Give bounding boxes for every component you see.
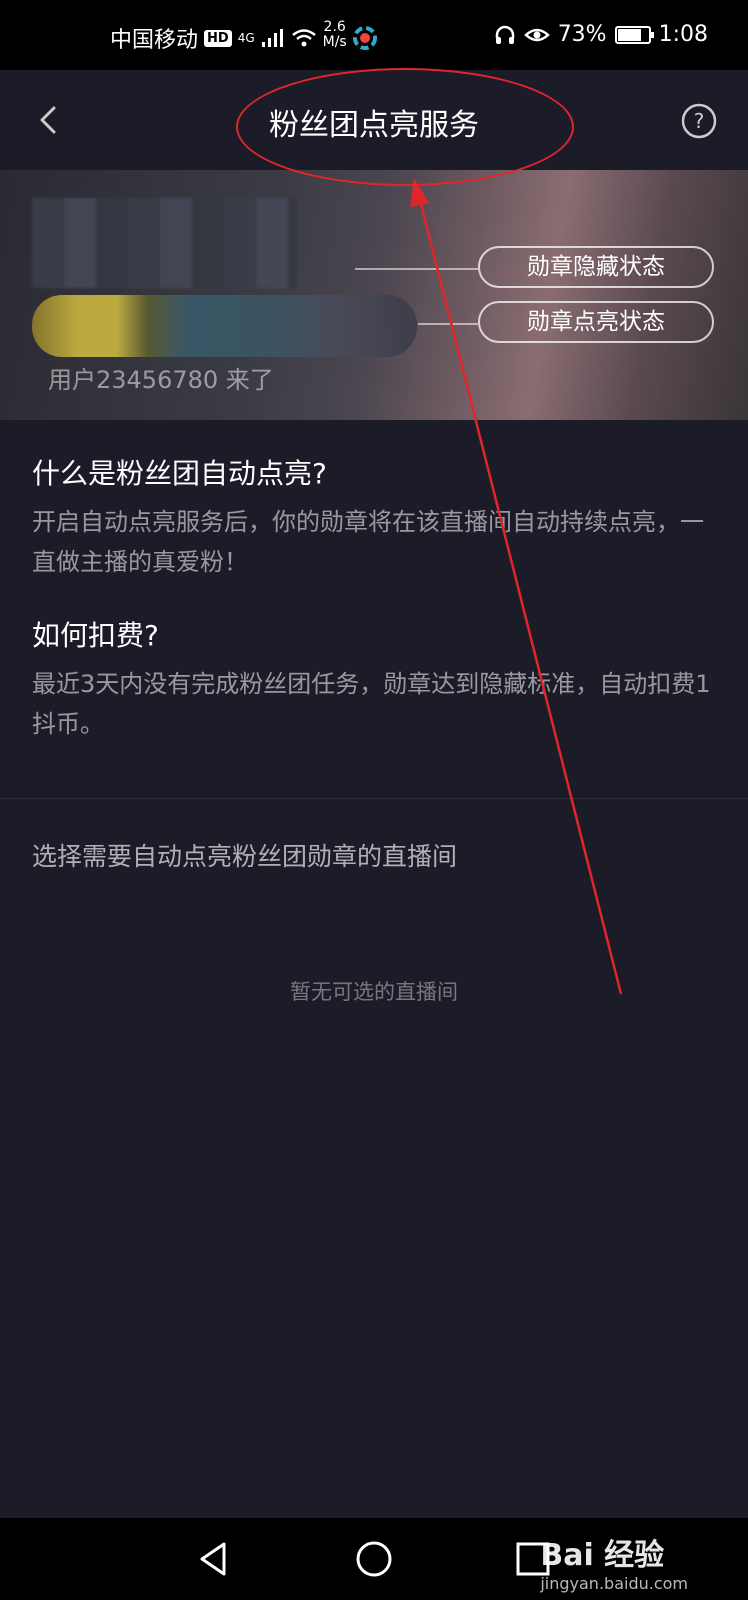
- watermark-url: jingyan.baidu.com: [540, 1574, 688, 1593]
- status-bar: 中国移动 HD 4G 2.6 M/s 73% 1:08: [0, 0, 748, 70]
- room-select-title: 选择需要自动点亮粉丝团勋章的直播间: [32, 842, 458, 871]
- blurred-user-info: [32, 198, 297, 288]
- faq-question: 什么是粉丝团自动点亮?: [32, 457, 327, 490]
- nav-back-icon[interactable]: [190, 1536, 236, 1582]
- blurred-badge-pill: [32, 295, 417, 357]
- faq-question: 如何扣费?: [32, 619, 159, 652]
- headphone-icon: [495, 25, 514, 44]
- app-notification-icon: [352, 26, 377, 50]
- badge-hidden-label: 勋章隐藏状态: [478, 246, 714, 288]
- svg-text:?: ?: [694, 109, 705, 133]
- speed-value: 2.6: [323, 19, 346, 35]
- pointer-line-hidden: [355, 268, 478, 270]
- page-title: 粉丝团点亮服务: [269, 108, 479, 143]
- empty-state: 暂无可选的直播间: [290, 980, 458, 1004]
- wifi-icon: [291, 29, 316, 47]
- page-header: 粉丝团点亮服务 ?: [0, 70, 748, 170]
- hd-icon: HD: [204, 29, 232, 47]
- faq-billing: 如何扣费? 最近3天内没有完成粉丝团任务，勋章达到隐藏标准，自动扣费1抖币。: [32, 614, 722, 744]
- carrier-label: 中国移动: [110, 28, 199, 53]
- help-icon[interactable]: ?: [680, 102, 718, 140]
- watermark-brand: Bai 经验: [540, 1538, 665, 1573]
- network-speed: 2.6 M/s: [323, 20, 347, 50]
- eye-icon: [523, 28, 550, 41]
- divider: [0, 798, 748, 799]
- faq-answer: 开启自动点亮服务后，你的勋章将在该直播间自动持续点亮，一直做主播的真爱粉！: [32, 508, 704, 576]
- badge-lit-label: 勋章点亮状态: [478, 301, 714, 343]
- nav-home-icon[interactable]: [351, 1536, 397, 1582]
- battery-icon: [614, 25, 654, 44]
- clock: 1:08: [658, 22, 708, 47]
- badge-preview-banner: 用户23456780 来了 勋章隐藏状态 勋章点亮状态: [0, 170, 748, 420]
- entry-message: 用户23456780 来了: [48, 366, 274, 394]
- faq-what: 什么是粉丝团自动点亮? 开启自动点亮服务后，你的勋章将在该直播间自动持续点亮，一…: [32, 452, 722, 582]
- faq-answer: 最近3天内没有完成粉丝团任务，勋章达到隐藏标准，自动扣费1抖币。: [32, 670, 711, 738]
- battery-percent: 73%: [557, 22, 607, 47]
- signal-icon: [261, 29, 283, 47]
- speed-unit: M/s: [322, 34, 347, 50]
- system-nav-bar: Bai 经验 jingyan.baidu.com: [0, 1518, 748, 1600]
- network-type: 4G: [237, 31, 255, 45]
- battery-level: [617, 28, 641, 41]
- pointer-line-lit: [418, 323, 478, 325]
- baidu-watermark: Bai 经验 jingyan.baidu.com: [540, 1530, 688, 1593]
